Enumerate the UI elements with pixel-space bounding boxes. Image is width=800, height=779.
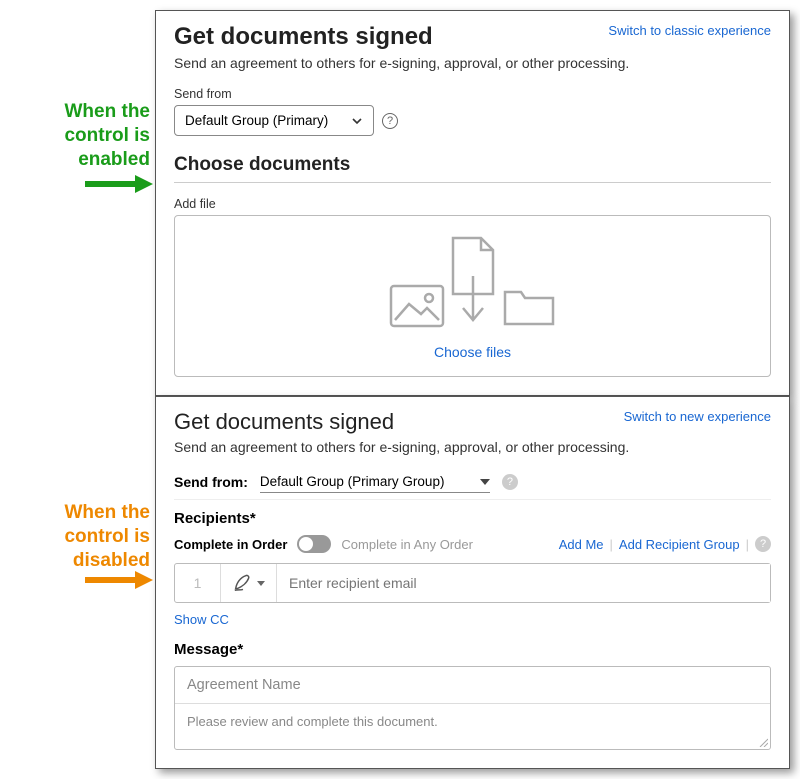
- recipient-role-select[interactable]: [221, 564, 277, 602]
- page-subtitle: Send an agreement to others for e-signin…: [174, 439, 771, 455]
- help-icon[interactable]: ?: [755, 536, 771, 552]
- switch-classic-link[interactable]: Switch to classic experience: [608, 23, 771, 38]
- pen-signer-icon: [232, 572, 254, 594]
- send-from-value: Default Group (Primary): [185, 113, 328, 128]
- recipient-row: 1: [174, 563, 771, 603]
- separator: |: [746, 537, 749, 552]
- choose-documents-heading: Choose documents: [174, 154, 771, 183]
- choose-files-link[interactable]: Choose files: [434, 344, 511, 360]
- message-body-input[interactable]: Please review and complete this document…: [175, 704, 770, 749]
- arrow-disabled-icon: [85, 571, 155, 589]
- folder-icon: [501, 284, 557, 328]
- show-cc-link[interactable]: Show CC: [174, 612, 229, 627]
- send-from-label: Send from:: [174, 474, 248, 490]
- message-box: Agreement Name Please review and complet…: [174, 666, 771, 750]
- chevron-down-icon: [257, 581, 265, 586]
- file-dropzone[interactable]: Choose files: [174, 215, 771, 377]
- classic-panel: Switch to new experience Get documents s…: [155, 396, 790, 769]
- page-subtitle: Send an agreement to others for e-signin…: [174, 55, 771, 71]
- arrow-enabled-icon: [85, 175, 155, 193]
- recipient-index: 1: [175, 564, 221, 602]
- message-body-placeholder: Please review and complete this document…: [187, 714, 438, 729]
- help-icon[interactable]: ?: [382, 113, 398, 129]
- send-from-value: Default Group (Primary Group): [260, 474, 445, 489]
- order-toggle[interactable]: [297, 535, 331, 553]
- dropzone-icons: [185, 236, 760, 328]
- complete-in-order-label: Complete in Order: [174, 537, 287, 552]
- callout-enabled: When the control is enabled: [0, 100, 150, 171]
- add-me-link[interactable]: Add Me: [559, 537, 604, 552]
- help-icon[interactable]: ?: [502, 474, 518, 490]
- add-recipient-group-link[interactable]: Add Recipient Group: [619, 537, 740, 552]
- agreement-name-input[interactable]: Agreement Name: [175, 667, 770, 704]
- recipients-heading: Recipients*: [174, 510, 771, 527]
- image-icon: [389, 284, 445, 328]
- complete-any-order-label: Complete in Any Order: [341, 537, 473, 552]
- message-heading: Message*: [174, 641, 771, 658]
- separator: |: [610, 537, 613, 552]
- switch-new-link[interactable]: Switch to new experience: [624, 409, 771, 424]
- send-from-select[interactable]: Default Group (Primary): [174, 105, 374, 136]
- send-from-label: Send from: [174, 87, 771, 101]
- recipient-email-input[interactable]: [277, 564, 770, 602]
- file-download-icon: [447, 236, 499, 328]
- modern-panel: Switch to classic experience Get documen…: [155, 10, 790, 396]
- resize-handle-icon[interactable]: [758, 737, 768, 747]
- send-from-select[interactable]: Default Group (Primary Group): [260, 471, 490, 493]
- add-file-label: Add file: [174, 197, 771, 211]
- dropdown-triangle-icon: [480, 479, 490, 485]
- chevron-down-icon: [351, 115, 363, 127]
- callout-disabled: When the control is disabled: [0, 501, 150, 572]
